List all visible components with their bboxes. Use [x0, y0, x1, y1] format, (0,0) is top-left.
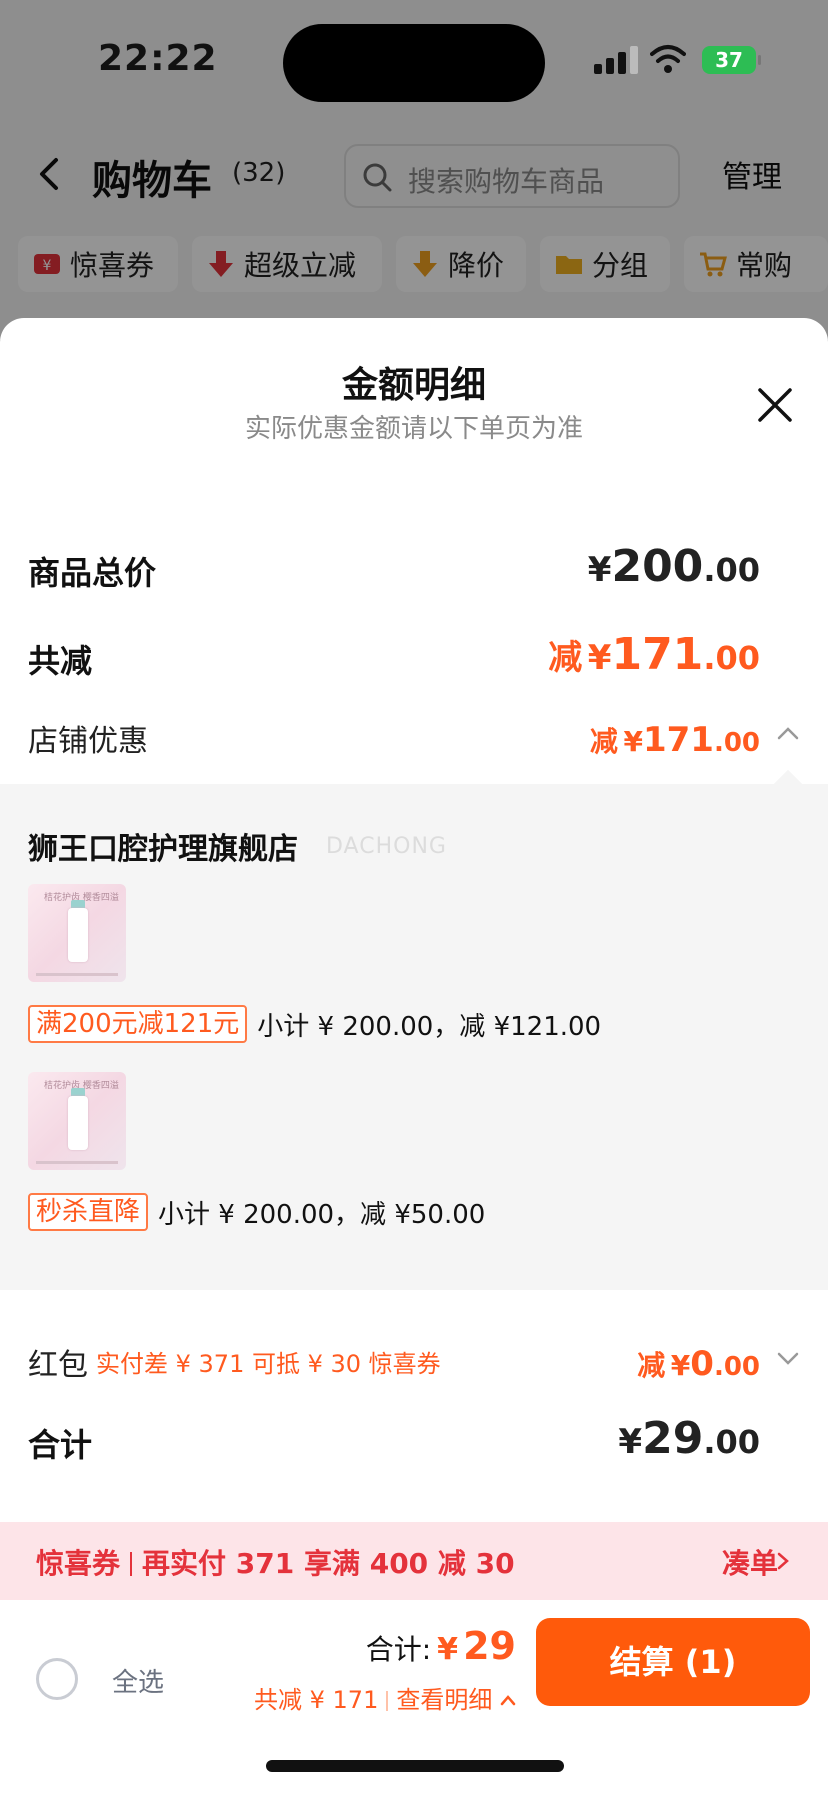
add-items-link[interactable]: 凑单 — [722, 1542, 778, 1582]
battery-icon: 37 — [702, 46, 761, 74]
coupon-promo-text: 惊喜券 再实付 371 享满 400 减 30 — [36, 1547, 515, 1580]
promo-line-2: 秒杀直降 小计 ¥ 200.00，减 ¥50.00 — [28, 1192, 485, 1232]
promo-tag: 秒杀直降 — [28, 1193, 149, 1231]
red-packet-note: 实付差 ¥ 371 可抵 ¥ 30 惊喜券 — [96, 1350, 441, 1378]
product-thumbnail: 桔花护齿 樱香四溢 — [28, 1072, 126, 1170]
total-discount-label: 共减 — [28, 642, 93, 680]
promo-subtotal: 小计 ¥ 200.00，减 ¥50.00 — [158, 1199, 486, 1230]
status-bar: 22:22 37 — [0, 0, 828, 110]
status-time: 22:22 — [98, 38, 218, 79]
goods-total-amount: ¥200.00 — [587, 541, 760, 592]
red-packet-label: 红包 — [28, 1348, 88, 1383]
coupon-promo-bar[interactable]: 惊喜券 再实付 371 享满 400 减 30 凑单 — [0, 1522, 828, 1600]
dynamic-island — [283, 24, 545, 102]
grand-total-amount: ¥29.00 — [618, 1413, 760, 1464]
goods-total-row: 商品总价 ¥200.00 — [28, 538, 800, 598]
amount-detail-sheet: 金额明细 实际优惠金额请以下单页为准 商品总价 ¥200.00 共减 减 ¥17… — [0, 318, 828, 1796]
sheet-subtitle: 实际优惠金额请以下单页为准 — [244, 414, 583, 444]
shop-discount-row[interactable]: 店铺优惠 减 ¥171.00 — [28, 706, 800, 766]
select-all-checkbox[interactable] — [36, 1658, 78, 1700]
total-discount-amount: 减 ¥171.00 — [548, 629, 760, 680]
red-packet-amount: 减 ¥0.00 — [637, 1344, 760, 1384]
red-packet-row[interactable]: 红包 实付差 ¥ 371 可抵 ¥ 30 惊喜券 减 ¥0.00 — [28, 1330, 800, 1390]
view-detail-link[interactable]: 查看明细 — [396, 1686, 492, 1714]
close-icon[interactable] — [756, 386, 794, 424]
grand-total-label: 合计 — [28, 1426, 93, 1464]
chevron-right-icon — [777, 1552, 789, 1570]
chevron-up-icon[interactable] — [500, 1693, 516, 1707]
shop-discount-amount: 减 ¥171.00 — [589, 720, 760, 760]
home-indicator — [266, 1760, 564, 1772]
promo-tag: 满200元减121元 — [28, 1005, 248, 1043]
checkout-total: 合计: ¥ 29 — [365, 1624, 516, 1668]
shop-name: 狮王口腔护理旗舰店 — [28, 832, 298, 867]
promo-subtotal: 小计 ¥ 200.00，减 ¥121.00 — [257, 1011, 602, 1042]
watermark: DACHONG — [326, 834, 447, 859]
chevron-up-icon[interactable] — [776, 722, 800, 746]
product-thumbnail: 桔花护齿 樱香四溢 — [28, 884, 126, 982]
chevron-down-icon[interactable] — [776, 1346, 800, 1370]
signal-icon — [594, 46, 638, 74]
select-all-label[interactable]: 全选 — [112, 1662, 164, 1699]
promo-line-1: 满200元减121元 小计 ¥ 200.00，减 ¥121.00 — [28, 1004, 601, 1044]
wifi-icon — [650, 45, 686, 73]
checkout-button[interactable]: 结算 (1) — [536, 1618, 810, 1706]
goods-total-label: 商品总价 — [28, 554, 157, 592]
sheet-title: 金额明细 — [341, 365, 486, 406]
shop-discount-detail: 狮王口腔护理旗舰店 DACHONG 桔花护齿 樱香四溢 满200元减121元 小… — [0, 784, 828, 1290]
total-discount-row: 共减 减 ¥171.00 — [28, 626, 800, 686]
shop-discount-label: 店铺优惠 — [28, 724, 148, 759]
checkout-savings: 共减 ¥ 171 查看明细 — [254, 1680, 516, 1715]
grand-total-row: 合计 ¥29.00 — [28, 1410, 800, 1470]
